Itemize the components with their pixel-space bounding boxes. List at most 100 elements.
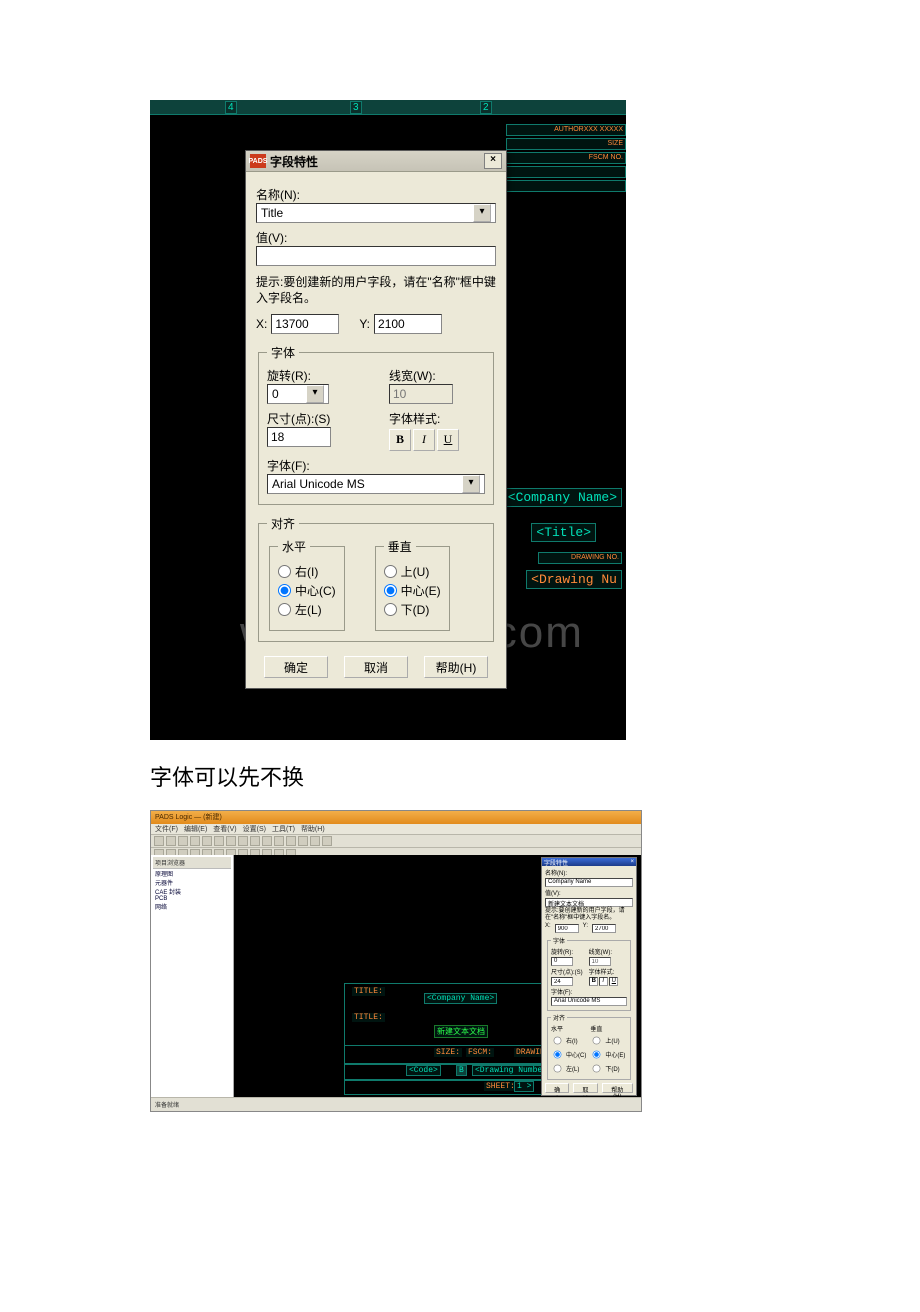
menu-item[interactable]: 设置(S) [243,824,266,834]
tool-icon[interactable] [298,836,308,846]
rotation-combo[interactable]: 0 ▾ [267,384,329,404]
v-align-group: 垂直 上(U) 中心(E) 下(D) [375,538,450,631]
project-browser[interactable]: 项目浏览器 原理图 元器件 CAE 封装 PCB 网络 [151,855,234,1099]
caption-text: 字体可以先不换 [150,760,920,792]
dropdown-arrow-icon[interactable]: ▾ [306,385,324,403]
cancel-button[interactable]: 取消 [573,1083,597,1093]
h-right-radio[interactable]: 右(I) [278,563,336,580]
close-icon[interactable]: × [630,859,634,865]
field-properties-dialog: PADS 字段特性 × 名称(N): Title ▾ 值(V): 提示:要创建新… [245,150,507,689]
bold-button[interactable]: B [389,429,411,451]
v-center-radio[interactable]: 中心(E) [384,582,441,599]
h-center-radio[interactable]: 中心(C) [278,582,336,599]
name-combo[interactable]: Company Name [545,878,633,887]
tool-icon[interactable] [202,836,212,846]
fontface-value: Arial Unicode MS [272,477,365,491]
menu-item[interactable]: 帮助(H) [301,824,325,834]
name-combo[interactable]: Title ▾ [256,203,496,223]
h-right-radio[interactable]: 右(I) [551,1034,586,1047]
tool-icon[interactable] [166,836,176,846]
value-input[interactable] [256,246,496,266]
v-down-radio[interactable]: 下(D) [590,1062,625,1075]
tool-icon[interactable] [310,836,320,846]
align-group: 对齐 水平 右(I) 中心(C) 左(L) 垂直 上(U) 中心(E) 下( [258,515,494,642]
dropdown-arrow-icon[interactable]: ▾ [462,475,480,493]
titleblock-strip: AUTHORXXX XXXXX SIZE FSCM NO. [506,124,626,194]
project-browser-header: 项目浏览器 [153,857,231,869]
menu-bar[interactable]: 文件(F) 编辑(E) 查看(V) 设置(S) 工具(T) 帮助(H) [151,824,641,835]
tool-icon[interactable] [226,836,236,846]
help-button[interactable]: 帮助(H) [424,656,488,678]
italic-button[interactable]: I [413,429,435,451]
h-align-group: 水平 右(I) 中心(C) 左(L) [269,538,345,631]
ok-button[interactable]: 确定 [264,656,328,678]
help-button[interactable]: 帮助(H) [602,1083,633,1093]
close-button[interactable]: × [484,153,502,169]
status-bar: 准备就绪 [151,1097,641,1111]
cancel-button[interactable]: 取消 [344,656,408,678]
ok-button[interactable]: 确定 [545,1083,569,1093]
v-center-radio[interactable]: 中心(E) [590,1048,625,1061]
font-group: 字体 旋转(R): 0 尺寸(点):(S) 线宽( [547,936,631,1011]
menu-item[interactable]: 编辑(E) [184,824,207,834]
tree-node[interactable]: CAE 封装 [153,887,231,896]
tool-icon[interactable] [190,836,200,846]
fontface-label: 字体(F): [267,457,485,474]
tool-icon[interactable] [250,836,260,846]
mini-dialog-titlebar[interactable]: 字段特性 × [542,858,636,866]
v-down-radio[interactable]: 下(D) [384,601,441,618]
dropdown-arrow-icon[interactable]: ▾ [473,204,491,222]
fontstyle-label: 字体样式: [389,410,485,427]
linewidth-input [589,957,611,966]
cad-company-placeholder: <Company Name> [503,488,622,507]
fontface-combo[interactable]: Arial Unicode MS ▾ [267,474,485,494]
pads-logo-icon: PADS [250,154,266,168]
v-up-radio[interactable]: 上(U) [590,1034,625,1047]
tb-header: AUTHORXXX XXXXX [506,124,626,136]
drawing-placeholder: <Drawing Numbe [472,1065,545,1076]
x-input[interactable] [271,314,339,334]
toolbar-1[interactable] [151,835,641,848]
hint-text: 提示:要创建新的用户字段，请在"名称"框中键入字段名。 [545,908,633,921]
screenshot-dialog-over-cad: 4 3 2 AUTHORXXX XXXXX SIZE FSCM NO. <Com… [150,100,626,740]
dialog-title: 字段特性 [270,153,484,170]
tree-node[interactable]: 网络 [153,902,231,911]
cad-canvas[interactable]: TITLE: <Company Name> TITLE: 新建文本文档 SIZE… [234,855,641,1099]
tool-icon[interactable] [274,836,284,846]
tree-node[interactable]: 元器件 [153,878,231,887]
x-input[interactable] [555,924,579,933]
v-up-radio[interactable]: 上(U) [384,563,441,580]
rotation-combo[interactable]: 0 [551,957,573,966]
value-input[interactable]: 新建文本文档 [545,898,633,907]
underline-button[interactable]: U [609,977,618,986]
tree-node[interactable]: 原理图 [153,869,231,878]
size-input[interactable] [551,977,573,986]
tool-icon[interactable] [178,836,188,846]
menu-item[interactable]: 查看(V) [213,824,236,834]
bold-button[interactable]: B [589,977,598,986]
y-input[interactable] [592,924,616,933]
linewidth-input [389,384,453,404]
tool-icon[interactable] [322,836,332,846]
app-titlebar[interactable]: PADS Logic — (新建) [151,811,641,824]
h-left-radio[interactable]: 左(L) [278,601,336,618]
size-input[interactable] [267,427,331,447]
tool-icon[interactable] [214,836,224,846]
tool-icon[interactable] [154,836,164,846]
menu-item[interactable]: 文件(F) [155,824,178,834]
tb-dwg-header: DRAWING NO. [538,552,622,564]
label-title: TITLE: [352,987,385,996]
tool-icon[interactable] [286,836,296,846]
y-input[interactable] [374,314,442,334]
fontface-combo[interactable]: Arial Unicode MS [551,997,627,1006]
h-center-radio[interactable]: 中心(C) [551,1048,586,1061]
h-left-radio[interactable]: 左(L) [551,1062,586,1075]
underline-button[interactable]: U [437,429,459,451]
tool-icon[interactable] [238,836,248,846]
dialog-titlebar[interactable]: PADS 字段特性 × [246,151,506,172]
menu-item[interactable]: 工具(T) [272,824,295,834]
italic-button[interactable]: I [599,977,608,986]
tool-icon[interactable] [262,836,272,846]
fontface-label: 字体(F): [551,987,627,996]
fontstyle-label: 字体样式: [589,967,618,976]
